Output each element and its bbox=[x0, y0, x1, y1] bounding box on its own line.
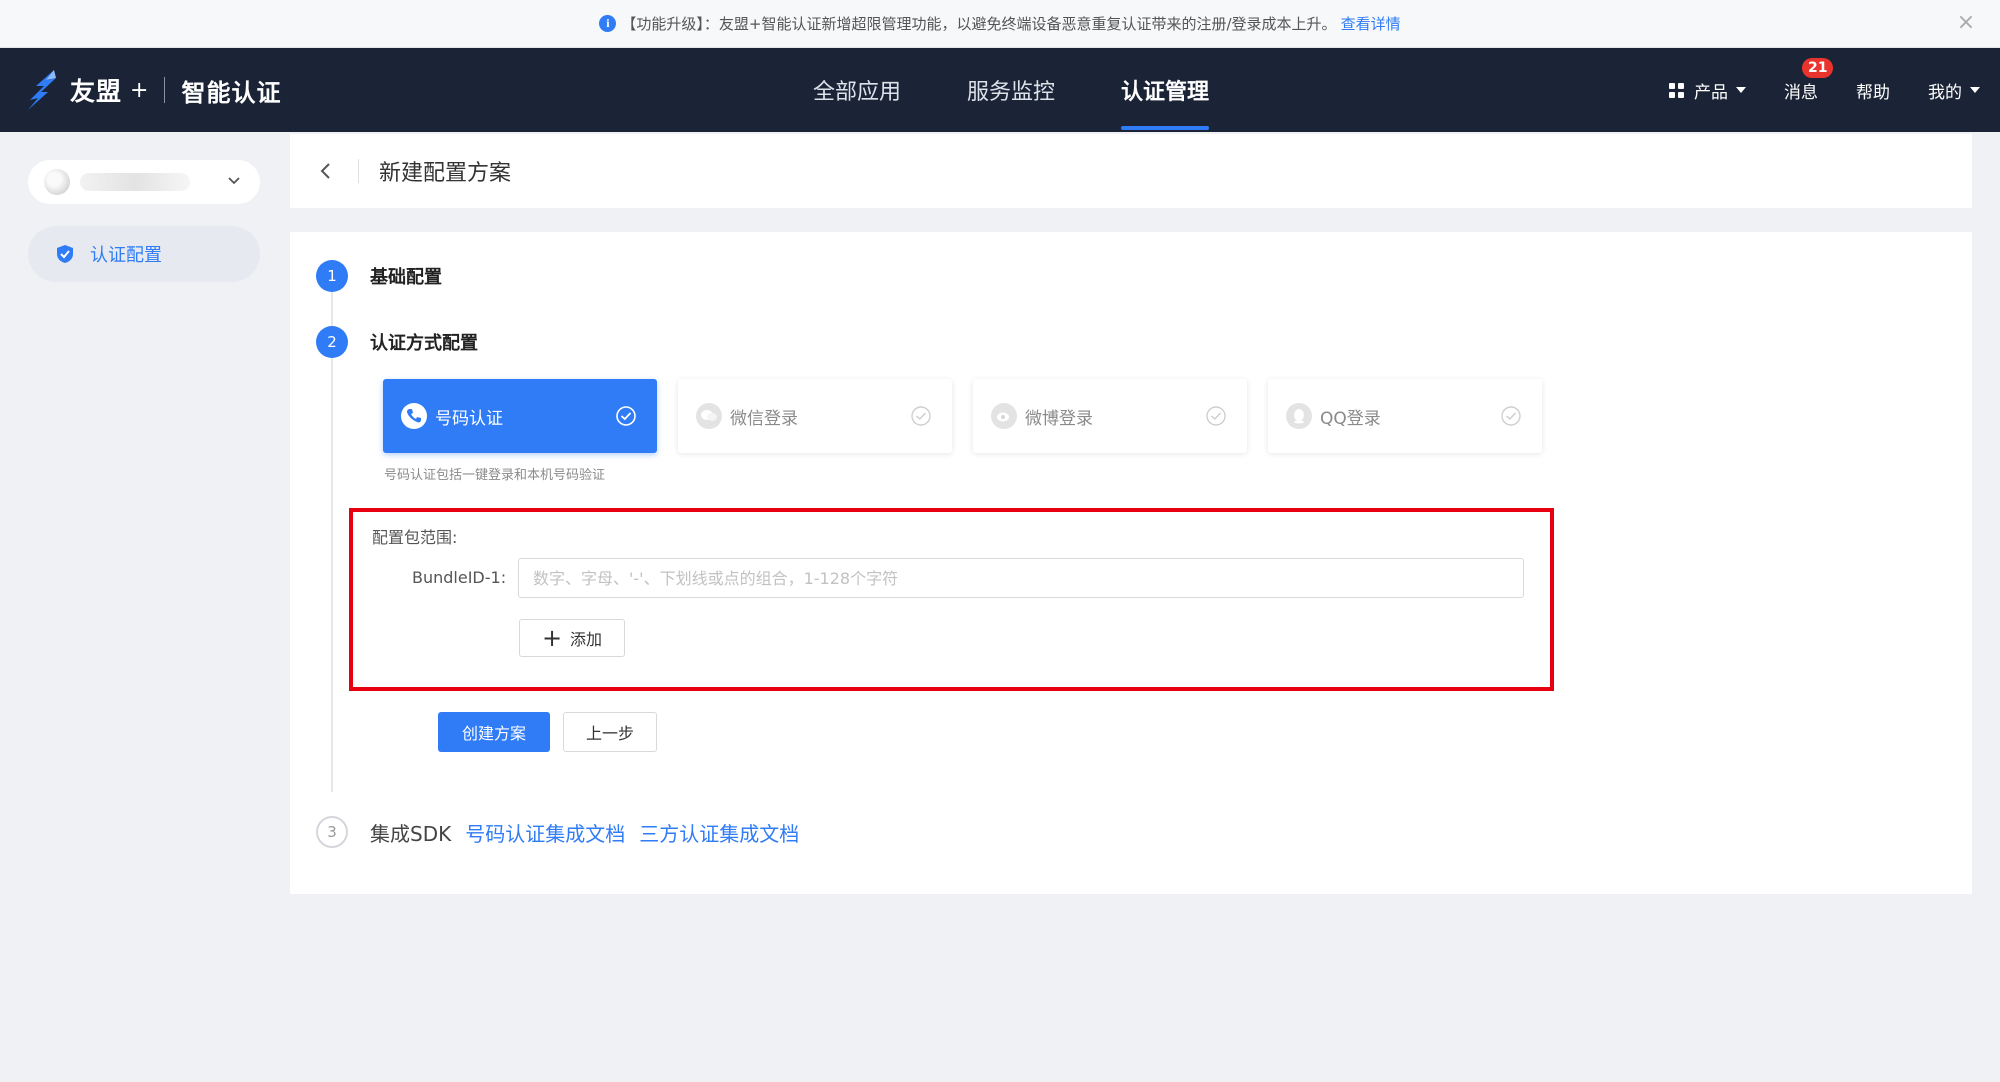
step-number: 3 bbox=[316, 816, 348, 848]
auth-option-phone[interactable]: 号码认证 bbox=[383, 379, 657, 453]
step-label: 认证方式配置 bbox=[370, 333, 478, 354]
auth-method-options: 号码认证 微信登录 微博登录 QQ登录 bbox=[383, 379, 1563, 453]
products-menu[interactable]: 产品 bbox=[1669, 78, 1746, 103]
app-selector[interactable] bbox=[28, 160, 260, 204]
sidebar-item-auth-config[interactable]: 认证配置 bbox=[28, 226, 260, 282]
messages-label: 消息 bbox=[1784, 82, 1818, 103]
page-title: 新建配置方案 bbox=[379, 161, 512, 186]
auth-option-label: 微信登录 bbox=[730, 408, 798, 429]
page-header: 新建配置方案 bbox=[290, 134, 1972, 208]
wechat-icon bbox=[696, 403, 722, 429]
view-details-link[interactable]: 查看详情 bbox=[1341, 13, 1401, 34]
grid-icon bbox=[1669, 82, 1684, 98]
logo[interactable]: 友盟 + 智能认证 bbox=[24, 68, 281, 112]
qq-icon bbox=[1286, 403, 1312, 429]
sidebar-item-label: 认证配置 bbox=[90, 245, 162, 266]
check-circle-icon bbox=[616, 406, 636, 426]
umeng-logo-icon bbox=[28, 70, 56, 110]
check-circle-icon bbox=[911, 406, 931, 426]
step-label: 基础配置 bbox=[370, 267, 442, 288]
auth-option-wechat[interactable]: 微信登录 bbox=[678, 379, 952, 453]
auth-option-label: 号码认证 bbox=[435, 408, 503, 429]
step-label: 集成SDK bbox=[370, 821, 452, 846]
bundle-id-input[interactable] bbox=[518, 558, 1524, 598]
messages-button[interactable]: 消息 21 bbox=[1784, 57, 1834, 103]
third-party-auth-docs-link[interactable]: 三方认证集成文档 bbox=[639, 818, 799, 847]
auth-option-weibo[interactable]: 微博登录 bbox=[973, 379, 1247, 453]
announcement-bar: i 【功能升级】：友盟+智能认证新增超限管理功能，以避免终端设备恶意重复认证带来… bbox=[0, 0, 2000, 48]
nav-auth-management[interactable]: 认证管理 bbox=[1088, 48, 1242, 132]
check-circle-icon bbox=[1206, 406, 1226, 426]
app-avatar bbox=[44, 169, 70, 195]
bundle-scope-label: 配置包范围: bbox=[372, 528, 458, 547]
product-name: 智能认证 bbox=[181, 78, 282, 107]
check-circle-icon bbox=[1501, 406, 1521, 426]
mine-label: 我的 bbox=[1928, 82, 1962, 103]
step-1: 1 基础配置 bbox=[316, 260, 442, 292]
my-account-menu[interactable]: 我的 bbox=[1928, 78, 1980, 103]
step-2: 2 认证方式配置 bbox=[316, 326, 478, 358]
app-name-redacted bbox=[80, 173, 190, 191]
auth-option-qq[interactable]: QQ登录 bbox=[1268, 379, 1542, 453]
create-plan-button[interactable]: 创建方案 bbox=[438, 712, 550, 752]
close-icon[interactable]: × bbox=[1954, 11, 1978, 35]
products-label: 产品 bbox=[1694, 82, 1728, 103]
step-connector-line bbox=[331, 292, 333, 792]
phone-icon bbox=[401, 403, 427, 429]
announcement-text: 【功能升级】：友盟+智能认证新增超限管理功能，以避免终端设备恶意重复认证带来的注… bbox=[621, 15, 1337, 33]
main-nav: 全部应用 服务监控 认证管理 bbox=[780, 48, 1242, 132]
brand-plus: + bbox=[130, 77, 149, 103]
info-icon: i bbox=[599, 15, 617, 32]
logo-divider bbox=[164, 77, 166, 103]
shield-icon bbox=[57, 245, 73, 263]
header-actions: 产品 消息 21 帮助 我的 bbox=[1631, 48, 1980, 132]
phone-auth-docs-link[interactable]: 号码认证集成文档 bbox=[465, 818, 625, 847]
brand-name: 友盟 bbox=[70, 77, 123, 106]
highlight-box bbox=[349, 508, 1554, 691]
nav-service-monitoring[interactable]: 服务监控 bbox=[934, 48, 1088, 132]
config-form-card: 1 基础配置 2 认证方式配置 号码认证 微信登录 微博登录 QQ登录 号码认证… bbox=[290, 232, 1972, 894]
step-3: 3 集成SDK 号码认证集成文档 三方认证集成文档 bbox=[316, 816, 799, 848]
auth-option-label: 微博登录 bbox=[1025, 408, 1093, 429]
step-number: 1 bbox=[316, 260, 348, 292]
weibo-icon bbox=[991, 403, 1017, 429]
help-link[interactable]: 帮助 bbox=[1856, 78, 1890, 103]
plus-icon: + bbox=[541, 624, 563, 652]
title-divider bbox=[358, 159, 359, 183]
step-number: 2 bbox=[316, 326, 348, 358]
message-count-badge: 21 bbox=[1802, 57, 1834, 78]
add-button-label: 添加 bbox=[570, 630, 603, 649]
caret-down-icon bbox=[1736, 87, 1746, 93]
auth-helper-text: 号码认证包括一键登录和本机号码验证 bbox=[384, 468, 606, 483]
add-bundle-button[interactable]: + 添加 bbox=[519, 619, 625, 657]
auth-option-label: QQ登录 bbox=[1320, 408, 1381, 429]
bundle-id-label: BundleID-1: bbox=[412, 568, 507, 587]
caret-down-icon bbox=[1970, 87, 1980, 93]
top-navigation-bar: 友盟 + 智能认证 全部应用 服务监控 认证管理 产品 消息 21 帮助 我的 bbox=[0, 48, 2000, 132]
nav-all-apps[interactable]: 全部应用 bbox=[780, 48, 934, 132]
back-arrow-icon[interactable] bbox=[306, 151, 346, 191]
previous-step-button[interactable]: 上一步 bbox=[563, 712, 657, 752]
chevron-down-icon bbox=[228, 177, 240, 185]
help-label: 帮助 bbox=[1856, 82, 1890, 103]
